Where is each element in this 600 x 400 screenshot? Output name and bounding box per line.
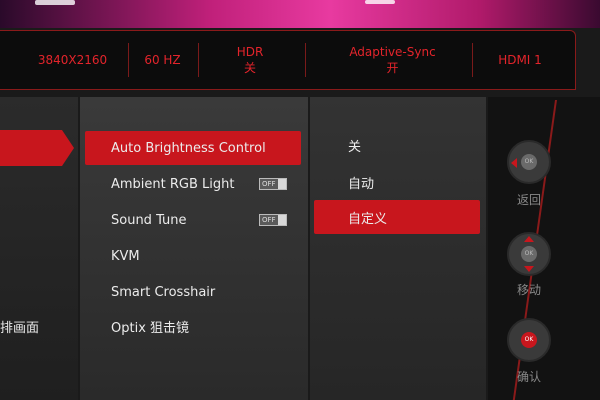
sound-tune-toggle[interactable]: OFF — [259, 214, 287, 226]
option-label: 自定义 — [348, 211, 388, 227]
status-resolution-text: 3840X2160 — [37, 53, 108, 67]
toggle-knob — [278, 215, 286, 225]
down-arrow-icon — [524, 266, 534, 272]
status-refresh-text: 60 HZ — [144, 53, 181, 67]
status-resolution: 3840X2160 — [30, 31, 115, 89]
option-label: 自动 — [348, 176, 375, 192]
category-tab-arrow-icon — [62, 130, 74, 166]
status-input-text: HDMI 1 — [498, 53, 542, 67]
light-streak — [35, 0, 75, 5]
menu-item-label: Optix 狙击镜 — [111, 320, 190, 336]
joystick-move-icon: OK — [507, 232, 551, 276]
divider — [198, 43, 199, 77]
option-auto[interactable]: 自动 — [314, 165, 480, 199]
menu-item-label: Auto Brightness Control — [111, 140, 266, 156]
status-refresh: 60 HZ — [130, 31, 195, 89]
category-item-label[interactable]: 排画面 — [0, 317, 39, 336]
status-sync-label: Adaptive-Sync — [349, 45, 436, 59]
menu-item-optix-scope[interactable]: Optix 狙击镜 — [85, 309, 301, 343]
status-hdr-value: 关 — [243, 61, 256, 75]
menu-item-label: Ambient RGB Light — [111, 176, 235, 192]
status-hdr: HDR 关 — [210, 31, 290, 89]
toggle-state: OFF — [262, 216, 276, 224]
confirm-label: 确认 — [516, 370, 541, 384]
menu-item-label: KVM — [111, 248, 140, 264]
option-label: 关 — [348, 139, 362, 155]
option-off[interactable]: 关 — [314, 128, 480, 162]
menu-item-label: Sound Tune — [111, 212, 187, 228]
divider — [472, 43, 473, 77]
ok-center-icon: OK — [521, 332, 537, 348]
menu-item-smart-crosshair[interactable]: Smart Crosshair — [85, 275, 301, 309]
toggle-state: OFF — [262, 180, 276, 188]
category-tab-active[interactable] — [0, 130, 62, 166]
menu-item-label: Smart Crosshair — [111, 284, 216, 300]
divider — [128, 43, 129, 77]
ok-center-icon: OK — [521, 246, 537, 262]
status-input: HDMI 1 — [480, 31, 560, 89]
option-custom[interactable]: 自定义 — [314, 200, 480, 234]
status-sync-value: 开 — [386, 61, 399, 75]
menu-item-ambient-rgb[interactable]: Ambient RGB Light OFF — [85, 167, 301, 201]
divider — [305, 43, 306, 77]
left-arrow-icon — [511, 158, 517, 168]
status-bar: 3840X2160 60 HZ HDR 关 Adaptive-Sync 开 HD… — [0, 30, 576, 90]
toggle-knob — [278, 179, 286, 189]
back-label: 返回 — [516, 193, 541, 207]
move-label: 移动 — [516, 283, 541, 297]
menu-item-kvm[interactable]: KVM — [85, 239, 301, 273]
joystick-back-icon: OK — [507, 140, 551, 184]
ok-center-icon: OK — [521, 154, 537, 170]
light-streak — [365, 0, 395, 4]
status-adaptive-sync: Adaptive-Sync 开 — [330, 31, 455, 89]
status-hdr-label: HDR — [236, 45, 264, 59]
menu-item-auto-brightness[interactable]: Auto Brightness Control — [85, 131, 301, 165]
ambient-rgb-toggle[interactable]: OFF — [259, 178, 287, 190]
menu-item-sound-tune[interactable]: Sound Tune OFF — [85, 203, 301, 237]
joystick-confirm-icon: OK — [507, 318, 551, 362]
up-arrow-icon — [524, 236, 534, 242]
